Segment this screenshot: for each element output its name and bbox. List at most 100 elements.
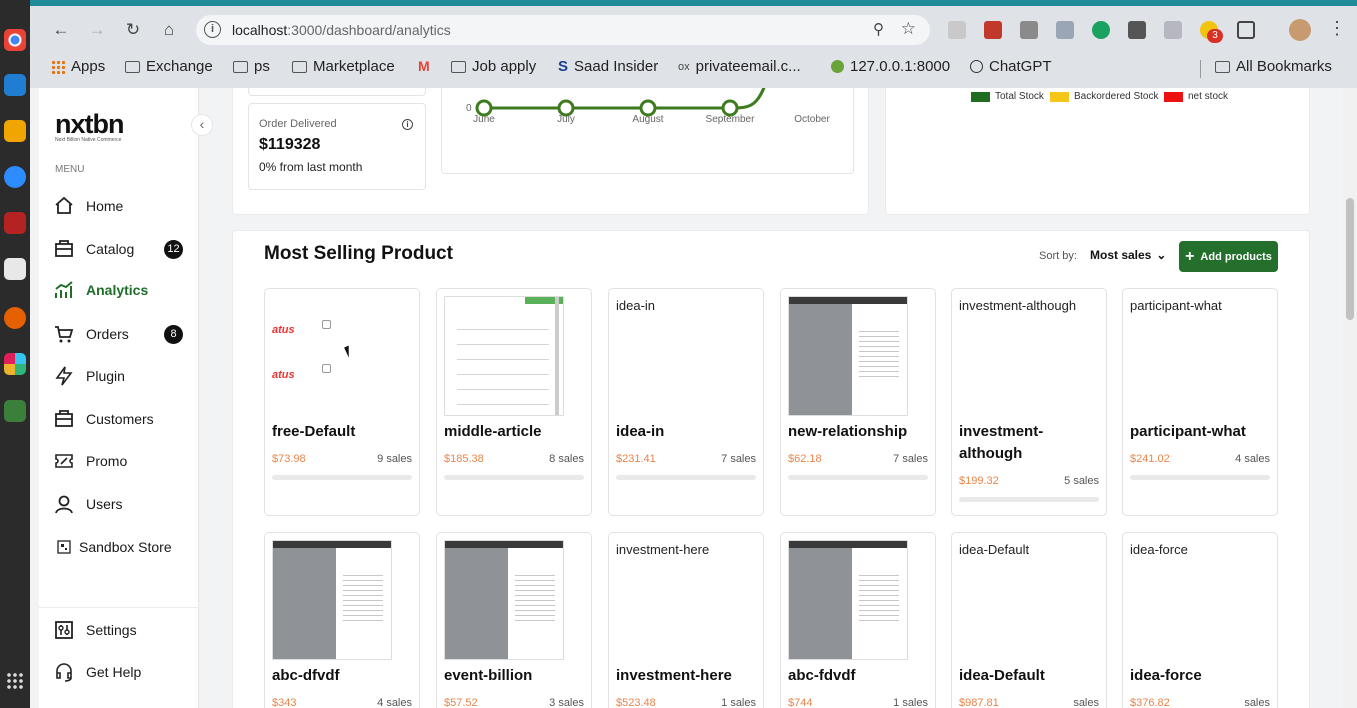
product-card[interactable]: new-relationship $62.18 7 sales (780, 288, 936, 516)
product-image-alt: idea-in (616, 298, 656, 313)
product-card[interactable]: idea-force idea-force $376.82 sales (1122, 532, 1278, 708)
data-point[interactable] (475, 99, 493, 117)
product-card[interactable]: investment-here investment-here $523.48 1… (608, 532, 764, 708)
data-point[interactable] (557, 99, 575, 117)
extensions-puzzle-icon[interactable] (1237, 21, 1255, 39)
product-name[interactable]: idea-Default (959, 665, 1104, 687)
sidebar-item-orders[interactable]: Orders 8 (39, 317, 199, 351)
calculator-app-icon[interactable] (4, 120, 26, 142)
product-card[interactable]: idea-in idea-in $231.41 7 sales (608, 288, 764, 516)
bookmark-marketplace[interactable]: Marketplace (292, 58, 395, 75)
bookmark-ps[interactable]: ps (233, 58, 270, 75)
product-name[interactable]: middle-article (444, 421, 589, 443)
product-name[interactable]: investment-although (959, 421, 1104, 465)
legend-net-stock[interactable]: net stock (1164, 91, 1228, 102)
sidebar-item-sandbox-store[interactable]: Sandbox Store (39, 530, 199, 564)
url-text[interactable]: localhost:3000/dashboard/analytics (232, 22, 451, 38)
zoom-app-icon[interactable] (4, 166, 26, 188)
scrollbar-thumb[interactable] (1346, 198, 1354, 320)
sidebar-item-home[interactable]: Home (39, 189, 199, 223)
section-title: Most Selling Product (264, 243, 453, 264)
grammarly-icon[interactable] (1092, 21, 1110, 39)
sales-progress-bar (616, 475, 756, 480)
bookmark-gmail[interactable]: M (418, 58, 430, 74)
catalog-count-badge: 12 (164, 239, 183, 259)
product-name[interactable]: idea-in (616, 421, 761, 443)
sidebar-item-get-help[interactable]: Get Help (39, 655, 199, 689)
profile-avatar[interactable] (1289, 19, 1311, 41)
product-name[interactable]: event-billion (444, 665, 589, 687)
product-card[interactable]: participant-what participant-what $241.02… (1122, 288, 1278, 516)
sidebar-divider (39, 607, 199, 608)
product-name[interactable]: abc-fdvdf (788, 665, 933, 687)
sidebar-item-promo[interactable]: Promo (39, 444, 199, 478)
product-card[interactable]: event-billion $57.52 3 sales (436, 532, 592, 708)
bookmark-exchange[interactable]: Exchange (125, 58, 213, 75)
zoom-icon[interactable]: ⚲ (873, 20, 884, 38)
bookmark-privateemail[interactable]: ox privateemail.c... (678, 58, 801, 75)
show-apps-icon[interactable] (6, 672, 24, 690)
extension-icon[interactable] (948, 21, 966, 39)
sort-dropdown[interactable]: Most sales ⌄ (1090, 248, 1166, 262)
product-card[interactable]: abc-dfvdf $343 4 sales (264, 532, 420, 708)
vscode-app-icon[interactable] (4, 74, 26, 96)
extension-icon[interactable] (1020, 21, 1038, 39)
product-card[interactable]: abc-fdvdf $744 1 sales (780, 532, 936, 708)
sidebar-item-customers[interactable]: Customers (39, 402, 199, 436)
product-card[interactable]: investment-although investment-although $… (951, 288, 1107, 516)
sidebar-item-users[interactable]: Users (39, 487, 199, 521)
chrome-app-icon[interactable] (4, 29, 26, 51)
site-info-icon[interactable]: i (204, 21, 221, 38)
reload-icon[interactable]: ↻ (121, 18, 145, 42)
sidebar-item-settings[interactable]: Settings (39, 613, 199, 647)
bookmark-star-icon[interactable]: ☆ (901, 19, 916, 39)
sidebar-item-catalog[interactable]: Catalog 12 (39, 232, 199, 266)
data-point[interactable] (721, 99, 739, 117)
product-card[interactable]: idea-Default idea-Default $987.81 sales (951, 532, 1107, 708)
slack-app-icon[interactable] (4, 353, 26, 375)
text-editor-app-icon[interactable] (4, 258, 26, 280)
brand-logo[interactable]: nxtbn (55, 109, 124, 140)
product-price: $987.81 (959, 697, 999, 708)
extension-icon[interactable] (1056, 21, 1074, 39)
product-name[interactable]: new-relationship (788, 421, 933, 443)
qr-extension-icon[interactable] (1128, 21, 1146, 39)
terminal-app-icon[interactable] (4, 212, 26, 234)
all-bookmarks[interactable]: All Bookmarks (1215, 58, 1332, 75)
product-name[interactable]: participant-what (1130, 421, 1275, 443)
firefox-app-icon[interactable] (4, 307, 26, 329)
info-icon[interactable]: i (402, 119, 413, 130)
product-card[interactable]: atus atus free-Default $73.98 9 sales (264, 288, 420, 516)
product-name[interactable]: abc-dfvdf (272, 665, 417, 687)
bookmark-job-apply[interactable]: Job apply (451, 58, 536, 75)
bookmark-saad-insider[interactable]: S Saad Insider (558, 58, 658, 75)
trash-app-icon[interactable] (4, 400, 26, 422)
bookmark-apps[interactable]: Apps (51, 58, 105, 75)
product-card[interactable]: middle-article $185.38 8 sales (436, 288, 592, 516)
product-name[interactable]: idea-force (1130, 665, 1275, 687)
sidebar-item-analytics[interactable]: Analytics (39, 273, 199, 307)
customers-icon (54, 409, 74, 429)
home-browser-icon[interactable]: ⌂ (157, 18, 181, 42)
legend-backordered-stock[interactable]: Backordered Stock (1050, 91, 1159, 102)
legend-total-stock[interactable]: Total Stock (971, 91, 1044, 102)
sidebar-item-plugin[interactable]: Plugin (39, 359, 199, 393)
product-sales: 4 sales (1235, 453, 1270, 465)
data-point[interactable] (639, 99, 657, 117)
bookmark-chatgpt[interactable]: ChatGPT (970, 58, 1052, 75)
collapse-sidebar-button[interactable]: ‹ (191, 114, 213, 136)
sales-progress-bar (788, 475, 928, 480)
extension-icon[interactable] (984, 21, 1002, 39)
add-products-button[interactable]: + Add products (1179, 241, 1278, 272)
address-bar[interactable]: i localhost:3000/dashboard/analytics ⚲ ☆ (196, 15, 930, 45)
forward-icon[interactable]: → (85, 18, 109, 42)
bookmark-localhost[interactable]: 127.0.0.1:8000 (831, 58, 950, 75)
product-name[interactable]: investment-here (616, 665, 761, 687)
extension-icon[interactable] (1164, 21, 1182, 39)
headset-icon (54, 662, 74, 682)
ox-icon: ox (678, 60, 690, 73)
page-scrollbar[interactable] (1343, 88, 1357, 708)
product-name[interactable]: free-Default (272, 421, 417, 443)
browser-menu-icon[interactable]: ⋮ (1328, 18, 1346, 39)
back-icon[interactable]: ← (49, 18, 73, 42)
